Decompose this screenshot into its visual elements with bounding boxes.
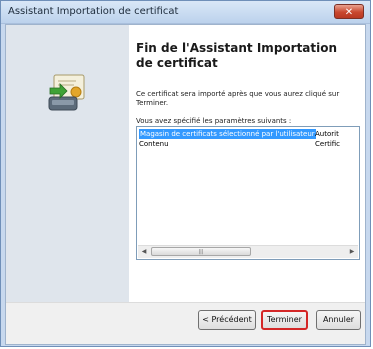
scroll-thumb[interactable]: |||	[151, 247, 251, 256]
footer-divider	[6, 302, 365, 303]
params-list[interactable]: Magasin de certificats sélectionné par l…	[136, 126, 360, 260]
wizard-description: Ce certificat sera importé après que vou…	[136, 90, 340, 107]
scroll-right-icon[interactable]: ▶	[346, 246, 358, 258]
wizard-window: Assistant Importation de certificat ✕ Fi…	[0, 0, 371, 347]
close-icon: ✕	[344, 7, 354, 18]
wizard-body: Fin de l'Assistant Importation de certif…	[6, 25, 365, 302]
param-value: Certific	[315, 140, 341, 148]
scroll-left-icon[interactable]: ◀	[138, 246, 150, 258]
param-name: Contenu	[139, 140, 169, 148]
cancel-button[interactable]: Annuler	[316, 310, 361, 330]
finish-button[interactable]: Terminer	[261, 310, 308, 330]
param-value: Autorit	[315, 130, 339, 138]
wizard-side-panel	[6, 25, 129, 302]
wizard-heading: Fin de l'Assistant Importation de certif…	[136, 41, 338, 70]
previous-button[interactable]: < Précédent	[198, 310, 256, 330]
params-label: Vous avez spécifié les paramètres suivan…	[136, 117, 292, 125]
horizontal-scrollbar[interactable]: ◀ ||| ▶	[138, 245, 358, 258]
close-button[interactable]: ✕	[334, 4, 364, 19]
window-title: Assistant Importation de certificat	[8, 6, 179, 17]
wizard-client-area: Fin de l'Assistant Importation de certif…	[5, 24, 366, 345]
param-name: Magasin de certificats sélectionné par l…	[139, 129, 316, 139]
title-bar[interactable]: Assistant Importation de certificat ✕	[1, 1, 370, 24]
certificate-icon	[48, 74, 85, 111]
